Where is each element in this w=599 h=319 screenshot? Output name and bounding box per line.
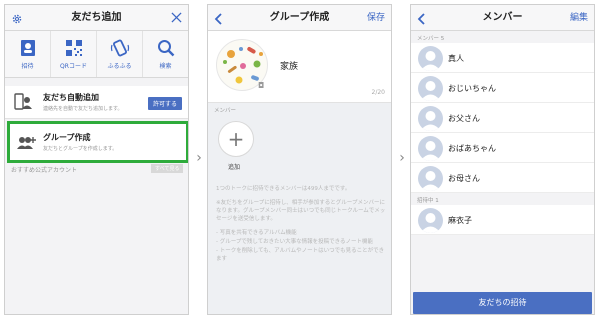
chevron-right-icon: › — [399, 150, 405, 166]
back-icon[interactable] — [417, 5, 426, 31]
members-screen: メンバー 編集 メンバー 5 真人 おじいちゃん お父さん おばあちゃん お母さ… — [410, 4, 595, 315]
invite-friends-button[interactable]: 友だちの招待 — [413, 292, 592, 314]
member-row[interactable]: お父さん — [411, 103, 594, 133]
member-name: 麻衣子 — [448, 216, 472, 225]
group-add-icon — [17, 137, 36, 149]
add-method-icons: 招待 QRコード ふるふる 検索 — [5, 31, 188, 78]
qr-code-button[interactable]: QRコード — [51, 31, 97, 77]
add-friends-screen: 友だち追加 招待 QRコード ふるふる 検索 友だち自動追加 連絡先を自動で友だ… — [4, 4, 189, 315]
add-member-button[interactable]: + — [218, 121, 254, 157]
person-card-icon — [20, 40, 35, 56]
add-member-area: + 追加 — [208, 117, 391, 179]
official-accounts-label: おすすめ公式アカウント — [11, 167, 78, 174]
auto-add-row[interactable]: 友だち自動追加 連絡先を自動で友だち追加します。 許可する — [5, 86, 188, 119]
member-list: 真人 おじいちゃん お父さん おばあちゃん お母さん — [411, 43, 594, 193]
group-info: ◘ 家族 2/20 — [208, 31, 391, 103]
search-icon — [157, 40, 174, 57]
auto-add-title: 友だち自動追加 — [43, 93, 99, 102]
add-member-label: 追加 — [228, 164, 241, 171]
avatar — [418, 136, 443, 161]
avatar — [418, 106, 443, 131]
member-name: お父さん — [448, 114, 480, 123]
note-line: 1つのトークに招待できるメンバーは499人までです。 — [216, 186, 351, 192]
note-line: ※友だちをグループに招待し、相手が参加するとグループメンバーになります。グループ… — [216, 200, 386, 222]
note-line: - グループで残しておきたい大事な情報を投稿できるノート機能 — [216, 239, 373, 245]
member-row[interactable]: 真人 — [411, 43, 594, 73]
members-section-label: メンバー — [214, 108, 237, 114]
avatar — [418, 76, 443, 101]
edit-button[interactable]: 編集 — [570, 5, 588, 31]
allow-button[interactable]: 許可する — [147, 97, 182, 110]
qr-code-icon — [65, 40, 82, 56]
gear-icon[interactable] — [11, 5, 23, 31]
pending-count-label: 招待中 1 — [417, 198, 439, 204]
avatar — [418, 208, 443, 233]
camera-icon[interactable]: ◘ — [258, 81, 264, 90]
group-create-screen: グループ作成 保存 ◘ 家族 2/20 メンバー + 追加 1つのトークに招待で… — [207, 4, 392, 315]
pending-member-row[interactable]: 麻衣子 — [411, 205, 594, 235]
name-char-count: 2/20 — [371, 89, 385, 96]
shake-button[interactable]: ふるふる — [97, 31, 143, 77]
invite-button[interactable]: 招待 — [5, 31, 51, 77]
shake-label: ふるふる — [107, 63, 132, 70]
page-title: グループ作成 — [269, 12, 330, 23]
member-name: おばあちゃん — [448, 144, 496, 153]
note-line: - 写真を共有できるアルバム機能 — [216, 230, 297, 236]
invite-label: 招待 — [21, 63, 34, 70]
save-button[interactable]: 保存 — [367, 5, 385, 31]
group-name[interactable]: 家族 — [280, 59, 298, 72]
group-create-row[interactable]: グループ作成 友だちとグループを作成します。 — [7, 121, 188, 163]
chevron-right-icon: › — [196, 150, 202, 166]
members-count-label: メンバー 5 — [417, 36, 445, 42]
avatar — [418, 46, 443, 71]
close-icon[interactable] — [171, 5, 182, 31]
search-label: 検索 — [159, 63, 172, 70]
see-all-button[interactable]: すべて見る — [151, 164, 184, 173]
page-title: メンバー — [482, 12, 523, 23]
member-name: お母さん — [448, 174, 480, 183]
group-create-title: グループ作成 — [43, 133, 91, 142]
member-row[interactable]: お母さん — [411, 163, 594, 193]
avatar — [418, 166, 443, 191]
back-icon[interactable] — [214, 5, 223, 31]
phone-person-icon — [14, 93, 32, 110]
qr-code-label: QRコード — [60, 63, 87, 70]
page-title: 友だち追加 — [71, 12, 122, 23]
member-row[interactable]: おじいちゃん — [411, 73, 594, 103]
member-name: 真人 — [448, 54, 464, 63]
group-create-subtitle: 友だちとグループを作成します。 — [43, 146, 118, 152]
member-row[interactable]: おばあちゃん — [411, 133, 594, 163]
header: メンバー 編集 — [411, 5, 594, 31]
shake-phone-icon — [110, 39, 129, 57]
search-button[interactable]: 検索 — [143, 31, 188, 77]
member-name: おじいちゃん — [448, 84, 496, 93]
header: グループ作成 保存 — [208, 5, 391, 31]
header: 友だち追加 — [5, 5, 188, 31]
note-line: - トークを削除しても、アルバムやノートはいつでも見ることができます — [216, 248, 385, 262]
group-info-note: 1つのトークに招待できるメンバーは499人までです。 ※友だちをグループに招待し… — [216, 185, 388, 269]
auto-add-subtitle: 連絡先を自動で友だち追加します。 — [43, 106, 123, 112]
